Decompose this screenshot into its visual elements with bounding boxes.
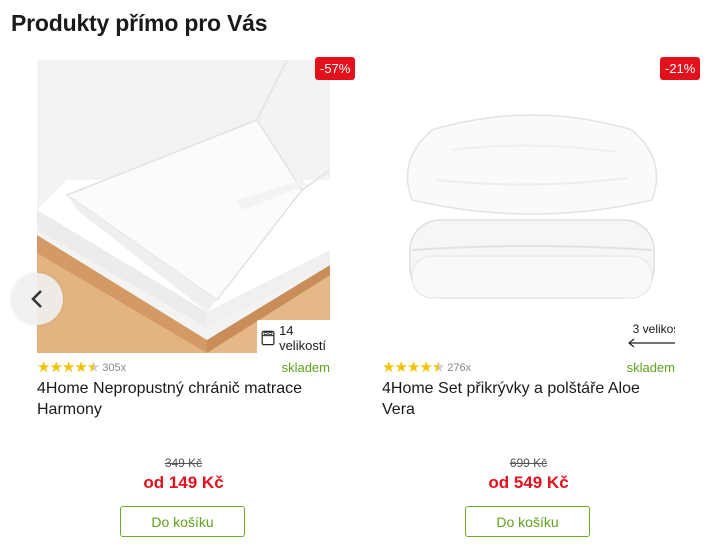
- sizes-badge-2: 3 velikosti: [627, 322, 675, 351]
- section-title: Produkty přímo pro Vás: [11, 10, 268, 36]
- stock-status-2: skladem: [626, 360, 675, 375]
- star-icon: ★: [61, 359, 76, 376]
- rating-1: ★ ★ ★ ★ ★ 305x: [37, 360, 126, 375]
- add-to-cart-button-1[interactable]: Do košíku: [120, 506, 245, 537]
- star-half-icon: ★: [431, 359, 446, 376]
- size-box-icon: [261, 330, 275, 346]
- discount-badge-2: -21%: [660, 57, 701, 80]
- double-arrow-icon: [628, 338, 675, 348]
- star-icon: ★: [419, 359, 433, 376]
- old-price-2: 699 Kč: [509, 456, 548, 470]
- sizes-label-2: 3 velikosti: [632, 322, 675, 336]
- star-icon: ★: [382, 359, 396, 376]
- price-2: od 549 Kč: [488, 473, 569, 492]
- product-card-1[interactable]: 14 velikostí -57% ★ ★ ★ ★ ★ 305x skladem…: [37, 57, 356, 550]
- star-icon: ★: [49, 359, 63, 376]
- product-title-2[interactable]: 4Home Set přikrývky a polštáře Aloe Vera: [382, 378, 677, 420]
- carousel-prev-button[interactable]: [11, 273, 63, 325]
- add-to-cart-button-2[interactable]: Do košíku: [465, 506, 590, 537]
- product-image-2[interactable]: 3 velikosti: [382, 60, 675, 353]
- rating-count-2: 276x: [447, 361, 472, 374]
- sizes-badge-1: 14 velikostí: [257, 320, 330, 353]
- stock-status-1: skladem: [281, 360, 330, 375]
- star-icon: ★: [74, 359, 88, 376]
- chevron-left-icon: [31, 290, 42, 308]
- rating-2: ★ ★ ★ ★ ★ 276x: [382, 360, 471, 375]
- product-title-1[interactable]: 4Home Nepropustný chránič matrace Harmon…: [37, 378, 332, 420]
- sizes-label-1: 14 velikostí: [279, 323, 327, 353]
- product-image-1[interactable]: 14 velikostí: [37, 60, 330, 353]
- product-card-2[interactable]: 3 velikosti -21% ★ ★ ★ ★ ★ 276x skladem …: [382, 57, 701, 550]
- old-price-1: 349 Kč: [164, 456, 203, 470]
- star-half-icon: ★: [86, 359, 101, 376]
- star-icon: ★: [394, 359, 408, 376]
- star-icon: ★: [37, 359, 51, 376]
- price-1: od 149 Kč: [143, 473, 224, 492]
- rating-count-1: 305x: [102, 361, 127, 374]
- discount-badge-1: -57%: [315, 57, 356, 80]
- star-icon: ★: [406, 359, 421, 376]
